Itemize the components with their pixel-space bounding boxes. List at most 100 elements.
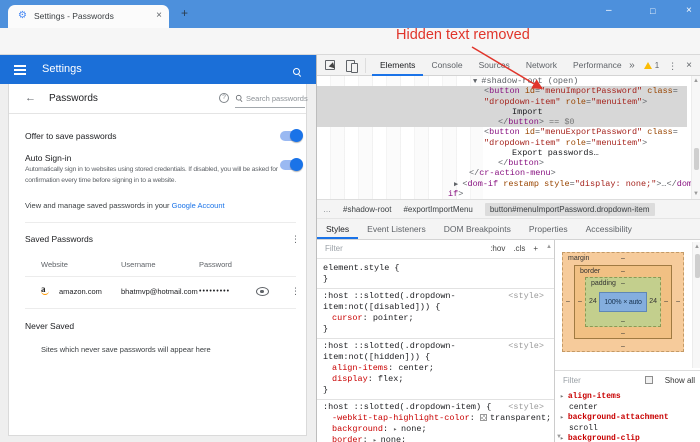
border-bottom-value[interactable]: –	[575, 330, 671, 337]
box-model-content[interactable]: 100% × auto	[599, 292, 647, 312]
rule-selector[interactable]: element.style {	[317, 263, 554, 274]
google-account-link[interactable]: Google Account	[172, 201, 225, 210]
help-icon[interactable]: ?	[219, 93, 229, 103]
padding-left-value[interactable]: 24	[589, 298, 597, 305]
show-all-checkbox[interactable]	[645, 376, 653, 384]
styles-filter-input[interactable]: Filter	[325, 244, 343, 253]
breadcrumb--exportimportmenu[interactable]: #exportImportMenu	[403, 205, 472, 214]
rule-selector[interactable]: item:not([hidden])) {	[317, 352, 554, 363]
dom-tree-line[interactable]: ▶ <dom-if restamp style="display: none;"…	[317, 179, 697, 189]
dom-tree-line[interactable]: <button id="menuImportPassword" class=	[317, 86, 687, 97]
hamburger-menu-icon[interactable]	[14, 65, 26, 77]
devtools-close-icon[interactable]: ×	[686, 60, 692, 71]
rule-selector[interactable]: :host ::slotted(.dropdown- <style>	[317, 291, 554, 302]
scroll-down-icon[interactable]: ▼	[693, 191, 699, 197]
padding-bottom-value[interactable]: –	[586, 318, 660, 325]
scrollbar-thumb[interactable]	[695, 254, 700, 278]
stylesheet-link[interactable]: <style>	[508, 291, 544, 302]
hov-button[interactable]: :hov	[490, 244, 505, 253]
device-toolbar-icon[interactable]	[346, 59, 359, 73]
box-model-border[interactable]: border – – – – padding – – 24 24 100% × …	[574, 265, 672, 339]
style-property[interactable]: display: flex;	[317, 374, 554, 385]
dom-tree-line[interactable]: </button>	[317, 158, 687, 168]
scrollbar-thumb[interactable]	[694, 148, 699, 170]
devtools-menu-icon[interactable]: ⋮	[668, 61, 677, 71]
padding-right-value[interactable]: 24	[649, 298, 657, 305]
sidebar-tab-event-listeners[interactable]: Event Listeners	[358, 219, 435, 239]
margin-top-value[interactable]: –	[563, 255, 683, 262]
dom-tree-line[interactable]: if>	[317, 189, 687, 199]
border-top-value[interactable]: –	[575, 268, 671, 275]
search-passwords-input[interactable]: Search passwords	[235, 91, 308, 108]
margin-right-value[interactable]: –	[676, 298, 680, 305]
computed-property[interactable]: ▸ background-attachment scroll	[555, 413, 700, 434]
rule-selector[interactable]: :host ::slotted(.dropdown- <style>	[317, 341, 554, 352]
dom-tree-line[interactable]: ▼ #shadow-root (open)	[317, 76, 687, 86]
sidebar-tab-accessibility[interactable]: Accessibility	[577, 219, 641, 239]
tab-title: Settings - Passwords	[34, 11, 114, 21]
computed-scroll-down-icon[interactable]: ▼	[556, 434, 699, 440]
box-model-scrollbar[interactable]: ▲	[692, 242, 700, 368]
dom-tree-line[interactable]: </cr-action-menu>	[317, 168, 687, 178]
more-tabs-icon[interactable]: »	[629, 60, 635, 71]
style-property[interactable]: border: ▸ none;	[317, 435, 554, 442]
stylesheet-link[interactable]: <style>	[508, 341, 544, 352]
devtools-panel: Elements Console Sources Network Performance…	[316, 55, 700, 442]
auto-signin-toggle[interactable]	[280, 158, 303, 171]
elements-scrollbar[interactable]: ▲ ▼	[691, 76, 700, 199]
style-property[interactable]: align-items: center;	[317, 363, 554, 374]
style-property[interactable]: background: ▸ none;	[317, 424, 554, 435]
offer-to-save-toggle[interactable]	[280, 129, 303, 142]
scroll-up-icon[interactable]: ▲	[694, 244, 700, 250]
tab-console[interactable]: Console	[423, 55, 470, 76]
tab-network[interactable]: Network	[518, 55, 565, 76]
box-model-margin[interactable]: margin – – – – border – – – – padding –	[562, 252, 684, 352]
tab-close-icon[interactable]: ×	[156, 10, 162, 22]
new-rule-button[interactable]: +	[533, 244, 538, 253]
dom-tree-line[interactable]: <button id="menuExportPassword" class=	[317, 127, 687, 137]
browser-tab[interactable]: ⚙ Settings - Passwords ×	[8, 5, 169, 28]
back-arrow-icon[interactable]: ←	[25, 92, 36, 104]
password-row-menu-icon[interactable]: ⋮	[291, 286, 300, 296]
border-right-value[interactable]: –	[664, 298, 668, 305]
breadcrumb-button-menuimportpassword-dropdown-item[interactable]: button#menuImportPassword.dropdown-item	[484, 202, 655, 216]
dom-tree-line[interactable]: "dropdown-item" role="menuitem">	[317, 96, 687, 107]
settings-search-icon[interactable]	[293, 64, 302, 82]
margin-left-value[interactable]: –	[566, 298, 570, 305]
window-maximize-button[interactable]: □	[650, 4, 655, 18]
rule-selector[interactable]: :host ::slotted(.dropdown-item) {<style>	[317, 402, 554, 413]
sidebar-tab-styles[interactable]: Styles	[317, 219, 358, 239]
inspect-element-icon[interactable]	[325, 60, 335, 70]
warning-badge[interactable]: 1	[643, 61, 659, 70]
new-tab-button[interactable]: +	[181, 6, 188, 20]
computed-value: center	[569, 402, 598, 412]
breadcrumb--shadow-root[interactable]: #shadow-root	[343, 205, 391, 214]
dom-tree-line[interactable]: </button> == $0	[317, 117, 687, 128]
tab-performance[interactable]: Performance	[565, 55, 630, 76]
styles-scroll-up-icon[interactable]: ▲	[546, 244, 552, 250]
saved-passwords-menu-icon[interactable]: ⋮	[291, 234, 300, 244]
tab-elements[interactable]: Elements	[372, 55, 423, 76]
sidebar-tab-dom-breakpoints[interactable]: DOM Breakpoints	[435, 219, 520, 239]
style-property[interactable]: cursor: pointer;	[317, 313, 554, 324]
sidebar-tab-properties[interactable]: Properties	[520, 219, 577, 239]
padding-top-value[interactable]: –	[586, 280, 660, 287]
computed-filter-input[interactable]: Filter	[563, 376, 581, 385]
box-model-padding[interactable]: padding – – 24 24 100% × auto	[585, 277, 661, 327]
cls-button[interactable]: .cls	[513, 244, 525, 253]
computed-property[interactable]: ▸ align-items center	[555, 392, 700, 413]
dom-tree-line[interactable]: Import	[317, 106, 687, 117]
border-left-value[interactable]: –	[578, 298, 582, 305]
show-password-eye-icon[interactable]	[256, 287, 269, 296]
window-minimize-button[interactable]: –	[606, 4, 612, 18]
dom-tree-line[interactable]: Export passwords…	[317, 148, 687, 158]
tab-sources[interactable]: Sources	[471, 55, 518, 76]
stylesheet-link[interactable]: <style>	[508, 402, 544, 413]
scroll-up-icon[interactable]: ▲	[693, 78, 699, 84]
style-property[interactable]: -webkit-tap-highlight-color: transparent…	[317, 413, 554, 424]
rule-selector[interactable]: item:not([disabled])) {	[317, 302, 554, 313]
margin-bottom-value[interactable]: –	[563, 343, 683, 350]
breadcrumb-ellipsis[interactable]: …	[323, 205, 331, 214]
window-close-button[interactable]: ×	[686, 4, 692, 18]
dom-tree-line[interactable]: "dropdown-item" role="menuitem">	[317, 138, 687, 148]
